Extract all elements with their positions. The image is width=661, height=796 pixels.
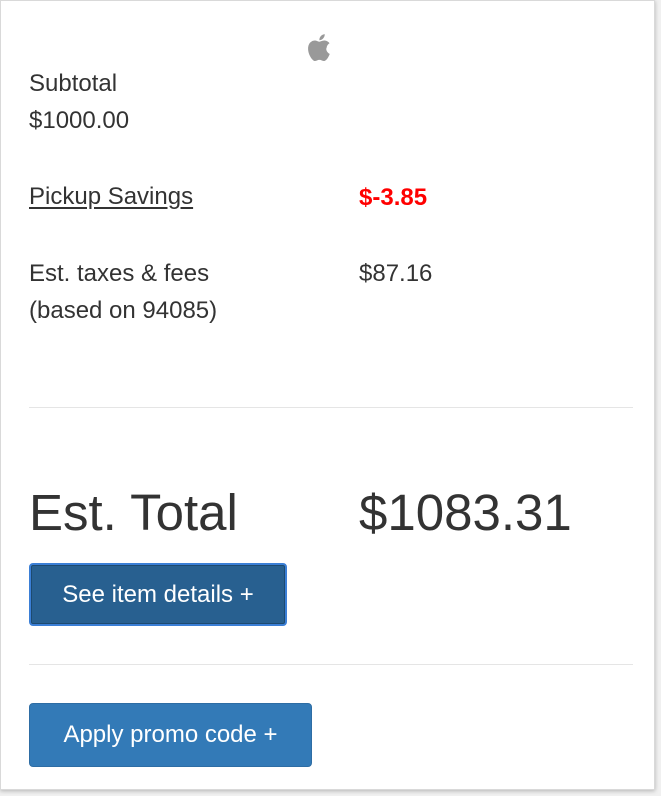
est-total-value: $1083.31 [359,484,572,541]
see-item-details-button[interactable]: See item details + [29,563,287,626]
divider [29,664,633,665]
taxes-label-line2: (based on 94085) [29,297,218,324]
order-summary-card: Subtotal $1000.00 Pickup Savings $-3.85 … [0,0,655,790]
pickup-savings-value: $-3.85 [359,184,428,211]
subtotal-label: Subtotal [29,70,118,97]
pickup-savings-link[interactable]: Pickup Savings [29,178,193,215]
taxes-value: $87.16 [359,260,433,287]
subtotal-value: $1000.00 [29,107,130,134]
taxes-label-line1: Est. taxes & fees [29,260,210,287]
divider [29,407,633,408]
apply-promo-code-button[interactable]: Apply promo code + [29,703,312,767]
apple-icon [308,34,330,61]
est-total-label: Est. Total [29,484,238,541]
